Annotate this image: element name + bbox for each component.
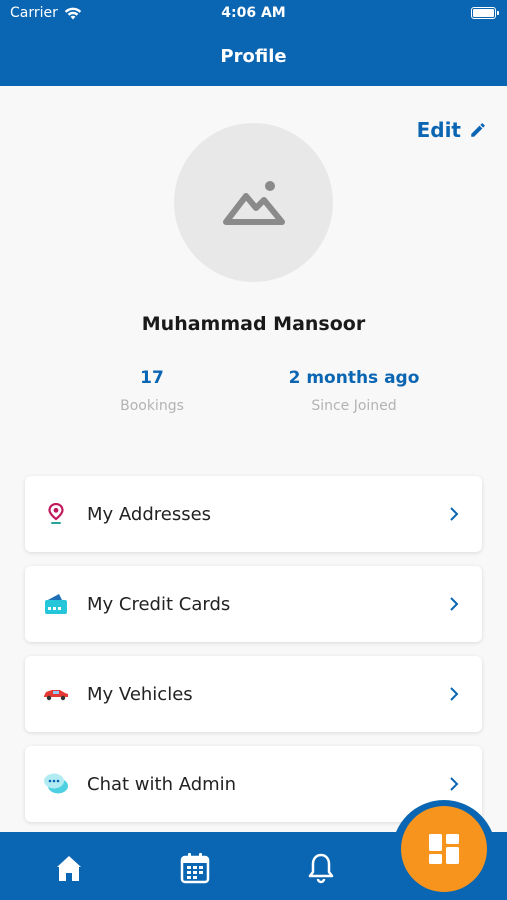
battery-icon (471, 7, 499, 19)
status-bar: Carrier 4:06 AM (0, 0, 507, 28)
avatar[interactable] (174, 123, 333, 282)
menu-item-addresses[interactable]: My Addresses (25, 476, 482, 552)
home-icon[interactable] (51, 850, 87, 886)
chevron-right-icon (426, 686, 482, 702)
page-title: Profile (220, 46, 287, 67)
chevron-right-icon (426, 506, 482, 522)
joined-label: Since Joined (311, 398, 397, 414)
dashboard-button[interactable] (401, 806, 487, 892)
chevron-right-icon (426, 776, 482, 792)
location-pin-icon (25, 503, 87, 525)
menu-item-vehicles[interactable]: My Vehicles (25, 656, 482, 732)
stat-bookings: 17 Bookings (102, 368, 202, 414)
chat-icon (25, 772, 87, 796)
menu-item-label: My Credit Cards (87, 593, 231, 615)
joined-value: 2 months ago (288, 368, 420, 388)
chevron-right-icon (426, 596, 482, 612)
bookings-label: Bookings (120, 398, 184, 414)
nav-bar: Profile (0, 28, 507, 86)
car-icon (25, 687, 87, 701)
dashboard-icon (429, 834, 459, 864)
bell-icon[interactable] (303, 850, 339, 886)
calendar-icon[interactable] (177, 850, 213, 886)
menu-item-label: Chat with Admin (87, 773, 237, 795)
stat-since-joined: 2 months ago Since Joined (274, 368, 434, 414)
bookings-count: 17 (140, 368, 164, 388)
menu-item-credit-cards[interactable]: My Credit Cards (25, 566, 482, 642)
clock: 4:06 AM (221, 5, 286, 21)
edit-label: Edit (416, 118, 461, 142)
edit-button[interactable]: Edit (417, 118, 487, 142)
menu-item-label: My Vehicles (87, 683, 193, 705)
pencil-icon (471, 123, 485, 137)
menu-item-label: My Addresses (87, 503, 212, 525)
user-name: Muhammad Mansoor (141, 313, 366, 335)
credit-card-icon (25, 591, 87, 617)
image-placeholder-icon (222, 180, 285, 225)
